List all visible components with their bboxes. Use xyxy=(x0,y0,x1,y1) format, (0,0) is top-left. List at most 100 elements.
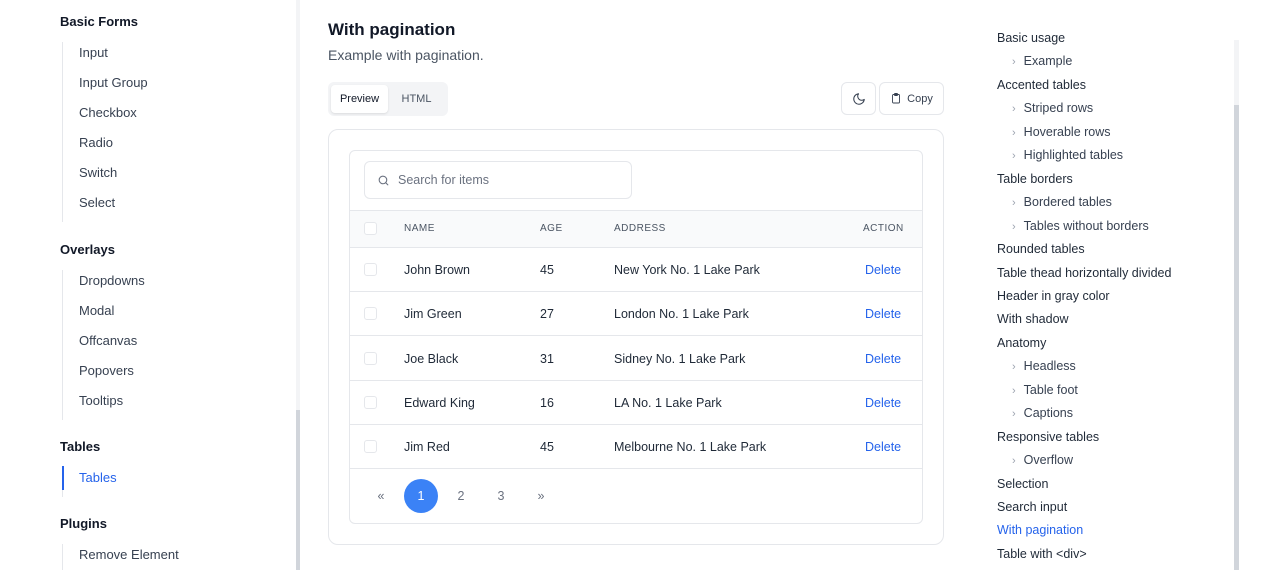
toc-item-tables-without-borders[interactable]: › Tables without borders xyxy=(1012,216,1149,236)
column-header-address[interactable]: ADDRESS xyxy=(614,211,666,247)
cell-age: 16 xyxy=(540,395,554,410)
toc-item-basic-usage[interactable]: Basic usage xyxy=(997,28,1065,48)
sidebar-item-tooltips[interactable]: Tooltips xyxy=(63,390,145,420)
cell-address: LA No. 1 Lake Park xyxy=(614,395,722,410)
delete-link[interactable]: Delete xyxy=(865,425,901,469)
table-row: Joe Black 31 Sidney No. 1 Lake Park Delete xyxy=(350,337,922,381)
toc-item-example[interactable]: › Example xyxy=(1012,51,1072,71)
row-checkbox[interactable] xyxy=(364,395,377,409)
column-header-name[interactable]: NAME xyxy=(404,211,435,247)
section-title: With pagination xyxy=(328,20,456,39)
sidebar-group-title: Tables xyxy=(60,439,101,454)
cell-address: New York No. 1 Lake Park xyxy=(614,263,760,277)
column-header-action: ACTION xyxy=(863,223,904,234)
copy-label: Copy xyxy=(907,92,933,105)
sidebar-group-tables: Tables Tables xyxy=(60,437,117,497)
sidebar-item-checkbox[interactable]: Checkbox xyxy=(63,102,148,132)
sidebar-item-offcanvas[interactable]: Offcanvas xyxy=(63,330,145,360)
pagination-page-3[interactable]: 3 xyxy=(484,479,518,513)
search-box[interactable] xyxy=(364,161,632,199)
pagination-next[interactable]: » xyxy=(524,479,558,513)
sidebar: Basic Forms Input Input Group Checkbox Radio… xyxy=(0,0,300,570)
column-header-age[interactable]: AGE xyxy=(540,211,563,247)
sidebar-item-remove-element[interactable]: Remove Element xyxy=(63,544,179,570)
table-row: Edward King 16 LA No. 1 Lake Park Delete xyxy=(350,381,922,425)
sidebar-group-list: Input Input Group Checkbox Radio Switch Selec… xyxy=(62,42,148,222)
toc-item-selection[interactable]: Selection xyxy=(997,474,1048,494)
chevron-right-icon: › xyxy=(1012,361,1016,374)
search-icon xyxy=(378,175,389,185)
toc-item-search-input[interactable]: Search input xyxy=(997,497,1067,517)
delete-link[interactable]: Delete xyxy=(865,337,901,381)
sidebar-item-select[interactable]: Select xyxy=(63,192,148,222)
toc-item-header-in-gray-color[interactable]: Header in gray color xyxy=(997,286,1110,306)
toc-item-table-foot[interactable]: › Table foot xyxy=(1012,380,1078,400)
preview-card: NAME AGE ADDRESS ACTION John Brown 45 New … xyxy=(328,129,944,545)
sidebar-group-overlays: Overlays Dropdowns Modal Offcanvas Popovers T… xyxy=(60,240,145,420)
search-input[interactable] xyxy=(398,173,618,187)
toc-item-label: Captions xyxy=(1023,406,1074,421)
sidebar-group-plugins: Plugins Remove Element xyxy=(60,514,179,570)
toc-item-bordered-tables[interactable]: › Bordered tables xyxy=(1012,192,1112,212)
sidebar-item-popovers[interactable]: Popovers xyxy=(63,360,145,390)
section-description: Example with pagination. xyxy=(328,47,484,63)
row-checkbox[interactable] xyxy=(364,307,377,321)
toc-item-with-pagination[interactable]: With pagination xyxy=(997,520,1083,540)
toc-item-label: Highlighted tables xyxy=(1023,148,1124,163)
sidebar-item-radio[interactable]: Radio xyxy=(63,132,148,162)
toc-item-hoverable-rows[interactable]: › Hoverable rows xyxy=(1012,122,1111,142)
sidebar-group-list: Remove Element xyxy=(62,544,179,570)
toc-item-table-borders[interactable]: Table borders xyxy=(997,169,1073,189)
pagination-page-1[interactable]: 1 xyxy=(404,479,438,513)
sidebar-item-tables[interactable]: Tables xyxy=(62,466,117,497)
toc-item-label: Tables without borders xyxy=(1023,218,1149,233)
toc-item-rounded-tables[interactable]: Rounded tables xyxy=(997,239,1085,259)
cell-name: Edward King xyxy=(404,395,475,410)
chevron-right-icon: › xyxy=(1012,408,1016,421)
theme-toggle-button[interactable] xyxy=(841,82,876,115)
sidebar-scrollbar-thumb[interactable] xyxy=(296,410,300,570)
delete-link[interactable]: Delete xyxy=(865,292,901,336)
row-checkbox[interactable] xyxy=(364,263,377,276)
toc-item-label: With shadow xyxy=(997,312,1069,327)
toc-item-accented-tables[interactable]: Accented tables xyxy=(997,75,1086,95)
chevron-right-icon: › xyxy=(1012,455,1016,468)
toc-item-label: Table foot xyxy=(1023,382,1078,397)
sidebar-item-input[interactable]: Input xyxy=(63,42,148,72)
table-of-contents: Basic usage › Example Accented tables › Strip… xyxy=(997,0,1227,570)
table-row: John Brown 45 New York No. 1 Lake Park Dele… xyxy=(350,248,922,292)
select-all-checkbox[interactable] xyxy=(364,222,377,235)
toc-item-label: Responsive tables xyxy=(997,429,1100,444)
delete-link[interactable]: Delete xyxy=(865,248,901,292)
cell-address: London No. 1 Lake Park xyxy=(614,307,749,322)
tab-html[interactable]: HTML xyxy=(388,85,445,113)
tab-preview[interactable]: Preview xyxy=(331,85,388,113)
toc-item-headless[interactable]: › Headless xyxy=(1012,356,1076,376)
copy-button[interactable]: Copy xyxy=(879,82,944,115)
toc-item-table-with-div[interactable]: Table with <div> xyxy=(997,544,1087,564)
toc-item-responsive-tables[interactable]: Responsive tables xyxy=(997,427,1099,447)
chevron-right-icon: › xyxy=(1012,56,1016,69)
toc-item-table-thead-horizontally-divided[interactable]: Table thead horizontally divided xyxy=(997,263,1171,283)
pagination-page-2[interactable]: 2 xyxy=(444,479,478,513)
pagination-prev[interactable]: « xyxy=(364,479,398,513)
sidebar-item-input-group[interactable]: Input Group xyxy=(63,72,148,102)
toc-item-striped-rows[interactable]: › Striped rows xyxy=(1012,98,1093,118)
sidebar-item-modal[interactable]: Modal xyxy=(63,300,145,330)
toc-item-overflow[interactable]: › Overflow xyxy=(1012,450,1073,470)
toc-item-anatomy[interactable]: Anatomy xyxy=(997,333,1046,353)
table-row: Jim Green 27 London No. 1 Lake Park Delete xyxy=(350,292,922,337)
toc-item-with-shadow[interactable]: With shadow xyxy=(997,309,1069,329)
row-checkbox[interactable] xyxy=(364,440,377,454)
toc-item-label: Table borders xyxy=(997,171,1073,186)
sidebar-item-dropdowns[interactable]: Dropdowns xyxy=(63,270,145,300)
delete-link[interactable]: Delete xyxy=(865,381,901,425)
table-card: NAME AGE ADDRESS ACTION John Brown 45 New … xyxy=(349,150,923,524)
pagination: « 1 2 3 » xyxy=(364,479,564,513)
row-checkbox[interactable] xyxy=(364,351,377,365)
toc-item-captions[interactable]: › Captions xyxy=(1012,403,1073,423)
sidebar-item-switch[interactable]: Switch xyxy=(63,162,148,192)
toc-scrollbar-thumb[interactable] xyxy=(1234,105,1239,570)
chevron-right-icon: › xyxy=(1012,197,1016,210)
toc-item-highlighted-tables[interactable]: › Highlighted tables xyxy=(1012,145,1123,165)
